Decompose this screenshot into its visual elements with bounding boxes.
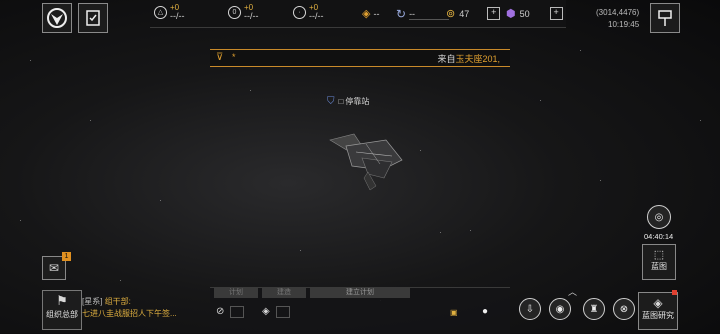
- resource-7[interactable]: ⬢ 50 +: [506, 7, 563, 20]
- notice-source: 玉夫座201,: [455, 54, 500, 64]
- zero-resource-icon: 0: [228, 5, 241, 19]
- faction-logo-icon: [47, 8, 67, 28]
- target-icon: ⊗: [619, 303, 629, 315]
- tasks-button[interactable]: [78, 3, 108, 33]
- envelope-icon: ✉: [48, 261, 60, 275]
- map-marker-button[interactable]: [650, 3, 680, 33]
- resource-4-value: --: [373, 8, 380, 19]
- clipboard-check-icon: [86, 10, 100, 26]
- resource-1-value: --/--: [170, 11, 185, 21]
- research-icon: ◈: [653, 296, 663, 310]
- notice-marker: *: [232, 52, 236, 62]
- chat-sender: 组干部:: [104, 297, 131, 306]
- build-slot-2-count: [276, 306, 290, 318]
- resource-5-value: --: [409, 9, 450, 20]
- blueprint-icon: ⬚: [653, 249, 665, 261]
- galaxy-icon: ◎: [654, 211, 664, 223]
- triangle-resource-icon: △: [154, 5, 167, 19]
- resource-2[interactable]: 0 +0 --/--: [228, 3, 259, 21]
- time-text: 10:19:45: [608, 20, 640, 29]
- org-flag-icon: ⚑: [56, 293, 68, 308]
- notice-banner[interactable]: ⊽ * 来自玉夫座201,: [210, 49, 510, 67]
- attack-action-button[interactable]: ⊗: [613, 298, 635, 320]
- target-dot-icon: ●: [482, 306, 489, 317]
- notice-prefix: 来自: [437, 54, 456, 64]
- station-label: 停靠站: [345, 97, 370, 106]
- dock-action-button[interactable]: ⇩: [519, 298, 541, 320]
- resource-3[interactable]: · +0 --/--: [293, 3, 324, 21]
- shield-icon: ⛉: [327, 96, 335, 107]
- mail-badge: 1: [62, 252, 71, 261]
- warp-timer-button[interactable]: ◎: [647, 205, 671, 229]
- chat-channel: [星系]: [82, 297, 103, 306]
- dots-resource-icon: ·: [293, 5, 306, 19]
- resource-6-value: 47: [459, 8, 470, 19]
- resource-2-value: --/--: [244, 11, 259, 21]
- resource-5[interactable]: ↻ --: [396, 7, 450, 21]
- tower-icon: ♜: [589, 303, 599, 315]
- org-hq-label: 组织总部: [46, 310, 78, 319]
- station-square-icon: □: [338, 97, 344, 106]
- blueprint-research-label: 蓝图研究: [642, 311, 674, 320]
- tab-plan[interactable]: 计划: [214, 288, 258, 298]
- position-text: (3014,4476): [596, 8, 640, 17]
- warp-action-button[interactable]: ◉: [549, 298, 571, 320]
- timer-text: 04:40:14: [644, 232, 674, 241]
- arrow-down-icon: ⇩: [525, 303, 535, 315]
- chat-message: 七进八圭战服招人下午签...: [82, 309, 177, 318]
- coordinates-display: (3014,4476) 10:19:45: [596, 7, 639, 31]
- cargo-icon: ▣: [450, 308, 458, 317]
- resource-7-add-button[interactable]: +: [549, 7, 563, 20]
- build-panel: 计划 建造 建立计划 ⊘ ◈ ▣ ●: [210, 287, 510, 334]
- resource-4[interactable]: ◈ --: [362, 7, 379, 20]
- resource-1[interactable]: △ +0 --/--: [154, 3, 185, 21]
- chevron-up-icon[interactable]: ︿: [568, 285, 577, 298]
- purple-resource-icon: ⬢: [506, 8, 516, 20]
- research-alert-dot: [672, 290, 677, 295]
- resource-bar: △ +0 --/-- 0 +0 --/-- · +0 --/-- ◈ -- ↻ …: [150, 0, 566, 28]
- tab-build[interactable]: 建造: [262, 288, 306, 298]
- chat-panel[interactable]: [星系] 组干部: 七进八圭战服招人下午签...: [82, 296, 212, 330]
- diamond-resource-icon: ◈: [362, 8, 371, 20]
- blueprint-research-button[interactable]: ◈ 蓝图研究: [638, 292, 678, 330]
- resource-6[interactable]: ⊚ 47 +: [446, 7, 501, 20]
- spiral-icon: ◉: [555, 303, 565, 315]
- warning-logo-icon: ⊽: [216, 52, 224, 63]
- org-hq-button[interactable]: ⚑ 组织总部: [42, 290, 82, 330]
- tab-create-plan[interactable]: 建立计划: [310, 288, 410, 298]
- blueprint-button[interactable]: ⬚ 蓝图: [642, 244, 676, 280]
- station-marker[interactable]: ⛉ □ 停靠站: [327, 96, 369, 107]
- build-slot-1-icon: ⊘: [216, 306, 225, 317]
- faction-logo-button[interactable]: [42, 3, 72, 33]
- resource-3-value: --/--: [309, 11, 324, 21]
- build-slot-1-count: [230, 306, 244, 318]
- defense-action-button[interactable]: ♜: [583, 298, 605, 320]
- flag-icon: [658, 10, 672, 26]
- resource-6-add-button[interactable]: +: [487, 7, 501, 20]
- gold-resource-icon: ⊚: [446, 8, 456, 20]
- ship-sprite[interactable]: [322, 126, 410, 194]
- blueprint-label: 蓝图: [651, 262, 667, 271]
- resource-7-value: 50: [519, 8, 530, 19]
- build-slot-2-icon: ◈: [262, 306, 270, 317]
- cycle-resource-icon: ↻: [396, 7, 407, 21]
